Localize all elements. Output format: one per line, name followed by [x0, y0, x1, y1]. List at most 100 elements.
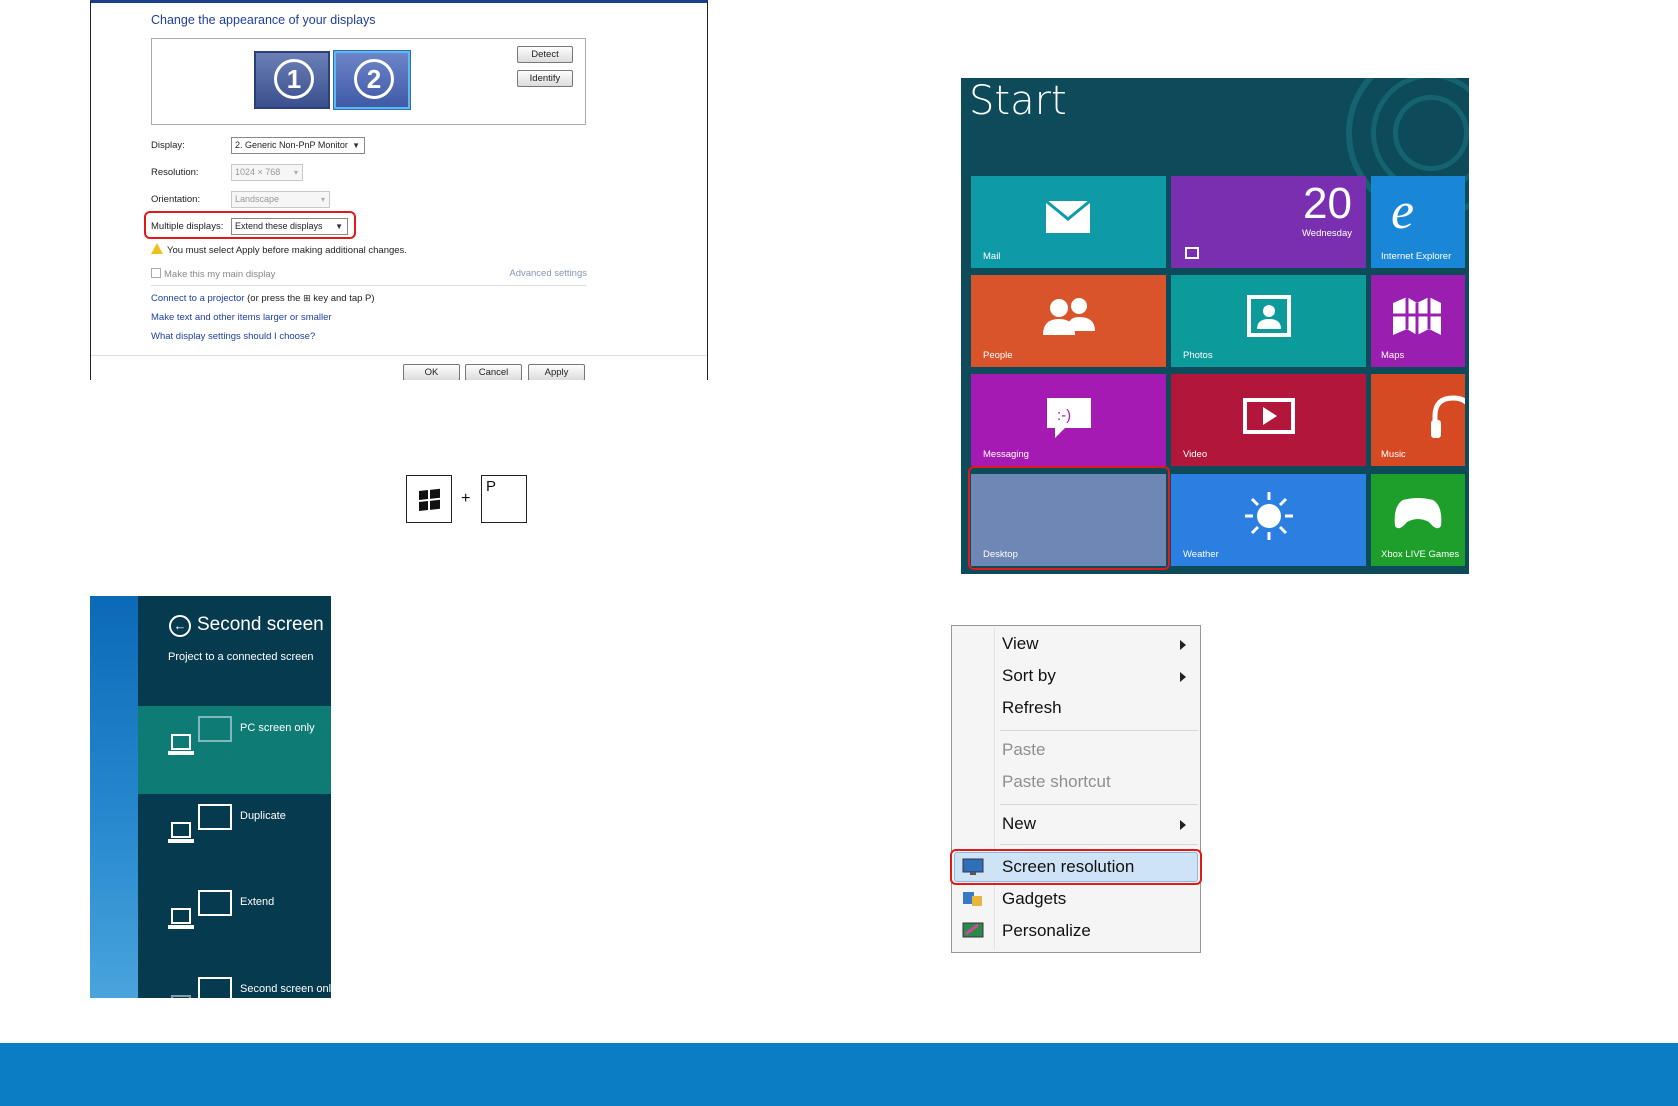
connect-projector-link[interactable]: Connect to a projector [151, 293, 244, 304]
laptop-icon [168, 734, 194, 756]
monitor-1[interactable]: 1 [254, 51, 330, 109]
laptop-icon [168, 995, 194, 998]
tile-label: Messaging [983, 449, 1029, 460]
tile-label: Photos [1183, 350, 1213, 361]
orientation-label: Orientation: [151, 194, 201, 205]
second-screen-subtitle: Project to a connected screen [168, 651, 314, 663]
option-label: Duplicate [240, 810, 286, 822]
headphones-icon [1431, 395, 1465, 438]
photos-icon [1247, 295, 1291, 337]
calendar-date: 20 [1303, 179, 1352, 228]
tile-weather[interactable]: Weather [1171, 474, 1366, 566]
tile-label: People [983, 350, 1013, 361]
option-label: Second screen only [240, 983, 331, 995]
windows-key-icon: ⊞ [303, 293, 311, 303]
tile-calendar[interactable]: 20 Wednesday [1171, 176, 1366, 268]
tile-video[interactable]: Video [1171, 374, 1366, 466]
menu-separator [1000, 844, 1198, 845]
orientation-select[interactable]: Landscape ▾ [231, 191, 330, 208]
submenu-arrow-icon [1180, 820, 1186, 830]
menu-item-view[interactable]: View [1002, 634, 1039, 654]
multiple-displays-select[interactable]: Extend these displays ▼ [231, 218, 348, 235]
menu-item-paste-shortcut[interactable]: Paste shortcut [1002, 772, 1111, 792]
menu-gutter [994, 628, 995, 950]
display-select[interactable]: 2. Generic Non-PnP Monitor ▼ [231, 137, 365, 154]
dropdown-arrow-icon: ▾ [320, 195, 325, 204]
monitor-icon [198, 977, 232, 998]
projector-line: Connect to a projector (or press the ⊞ k… [151, 293, 375, 304]
tile-mail[interactable]: Mail [971, 176, 1166, 268]
menu-separator [1000, 804, 1198, 805]
dropdown-arrow-icon: ▼ [335, 222, 343, 231]
identify-button[interactable]: Identify [517, 70, 573, 87]
submenu-arrow-icon [1180, 672, 1186, 682]
tile-label: Video [1183, 449, 1208, 460]
ok-button[interactable]: OK [403, 364, 460, 380]
detect-button[interactable]: Detect [517, 46, 573, 63]
warning-icon [151, 243, 163, 254]
menu-item-screen-resolution[interactable]: Screen resolution [1002, 857, 1134, 877]
menu-item-paste[interactable]: Paste [1002, 740, 1045, 760]
screen-resolution-dialog: Change the appearance of your displays 1… [90, 0, 708, 380]
dialog-heading: Change the appearance of your displays [151, 13, 376, 27]
option-extend[interactable]: Extend [138, 880, 331, 968]
option-second-screen-only[interactable]: Second screen only [138, 967, 331, 998]
option-label: Extend [240, 896, 275, 908]
tile-music[interactable]: Music [1371, 374, 1465, 466]
desktop-tile-highlight [968, 466, 1170, 570]
cancel-button[interactable]: Cancel [465, 364, 522, 380]
advanced-settings-link[interactable]: Advanced settings [509, 268, 587, 279]
warning-text: You must select Apply before making addi… [167, 245, 407, 256]
projector-hint-a: (or press the [244, 293, 304, 304]
text-size-link[interactable]: Make text and other items larger or smal… [151, 312, 332, 323]
menu-item-personalize[interactable]: Personalize [1002, 921, 1091, 941]
xbox-controller-icon [1394, 498, 1442, 529]
tile-internet-explorer[interactable]: e Internet Explorer [1371, 176, 1465, 268]
display-help-link[interactable]: What display settings should I choose? [151, 331, 315, 342]
monitor-2-number: 2 [354, 59, 394, 99]
monitor-2[interactable]: 2 [333, 50, 411, 110]
main-display-checkbox[interactable]: Make this my main display [151, 268, 275, 280]
apply-button[interactable]: Apply [528, 364, 585, 380]
monitor-icon [198, 804, 232, 830]
video-icon [1243, 398, 1295, 434]
laptop-icon [168, 908, 194, 930]
tile-label: Maps [1381, 350, 1405, 361]
monitor-icon [198, 716, 232, 742]
display-label: Display: [151, 140, 185, 151]
monitor-icon [198, 890, 232, 916]
tile-xbox-live-games[interactable]: Xbox LIVE Games [1371, 474, 1465, 566]
tile-messaging[interactable]: :-) Messaging [971, 374, 1166, 466]
menu-item-sort-by[interactable]: Sort by [1002, 666, 1056, 686]
tile-label: Weather [1183, 549, 1219, 560]
tile-maps[interactable]: Maps [1371, 275, 1465, 367]
screen-resolution-icon [962, 858, 984, 875]
apply-warning: You must select Apply before making addi… [151, 243, 407, 256]
back-arrow-icon[interactable]: ← [169, 615, 191, 637]
menu-item-refresh[interactable]: Refresh [1002, 698, 1062, 718]
menu-item-gadgets[interactable]: Gadgets [1002, 889, 1066, 909]
plus-sign: + [461, 490, 471, 507]
option-pc-screen-only[interactable]: PC screen only [138, 706, 331, 794]
personalize-icon [962, 922, 984, 938]
tile-label: Xbox LIVE Games [1381, 549, 1460, 560]
windows-key [406, 475, 452, 523]
blue-side-strip [90, 596, 138, 998]
tile-people[interactable]: People [971, 275, 1166, 367]
tile-label: Internet Explorer [1381, 251, 1452, 262]
messaging-icon: :-) [1047, 398, 1091, 438]
multiple-displays-label: Multiple displays: [151, 221, 224, 232]
tile-label: Music [1381, 449, 1406, 460]
tile-photos[interactable]: Photos [1171, 275, 1366, 367]
multiple-displays-select-value: Extend these displays [235, 221, 323, 231]
resolution-label: Resolution: [151, 167, 199, 178]
people-icon [1043, 298, 1095, 335]
divider [151, 285, 586, 286]
calendar-icon [1185, 247, 1199, 259]
menu-item-new[interactable]: New [1002, 814, 1036, 834]
resolution-select[interactable]: 1024 × 768 ▾ [231, 164, 303, 181]
option-duplicate[interactable]: Duplicate [138, 794, 331, 882]
menu-separator [1000, 730, 1198, 731]
mail-icon [1045, 200, 1091, 233]
decor-ring [1393, 95, 1469, 171]
